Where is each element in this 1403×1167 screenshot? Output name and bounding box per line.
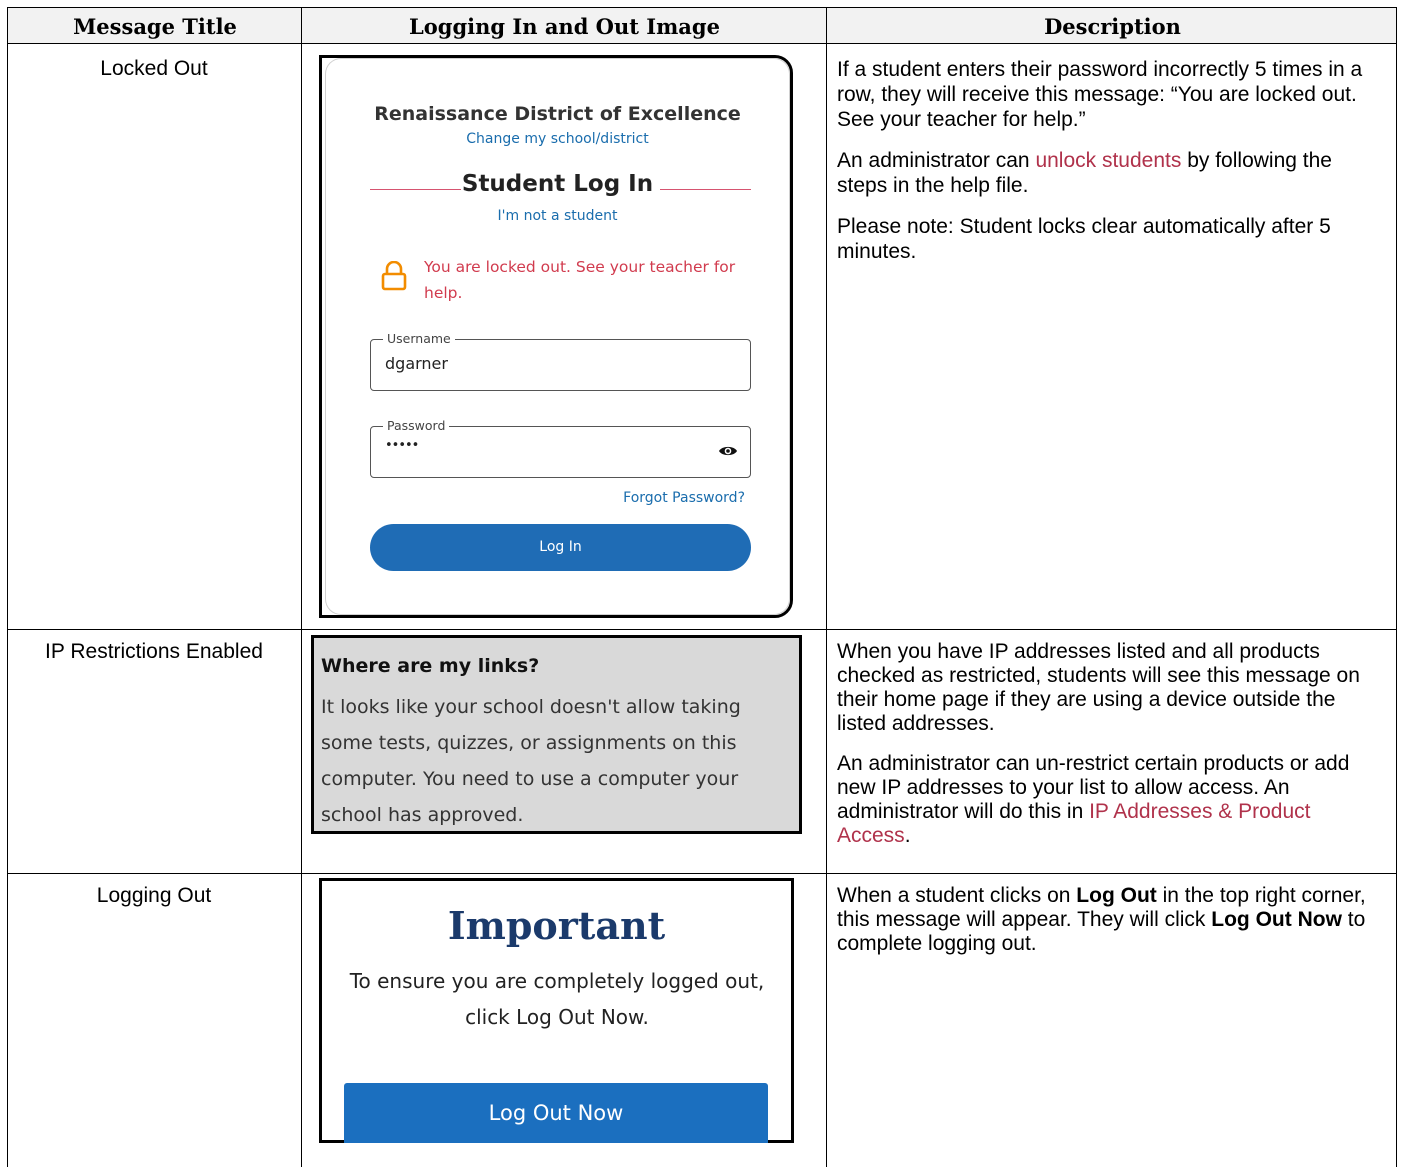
description-paragraph: When you have IP addresses listed and al… [837,640,1360,735]
row-title-locked-out: Locked Out [100,57,208,80]
row-description-logging-out: When a student clicks on Log Out in the … [837,884,1385,972]
lock-icon [381,261,407,291]
eye-icon[interactable] [718,444,738,458]
row-title-ip-restrictions: IP Restrictions Enabled [45,640,263,663]
student-login-heading: Student Log In [461,171,654,197]
header-message-title: Message Title [73,14,237,39]
log-in-button[interactable]: Log In [370,524,751,571]
table-border-right [1396,7,1397,1167]
row-description-locked-out: If a student enters their password incor… [837,57,1385,280]
login-card: Renaissance District of Excellence Chang… [325,58,790,615]
log-out-now-button[interactable]: Log Out Now [344,1083,768,1143]
username-label: Username [383,331,455,347]
logout-screenshot: Important To ensure you are completely l… [319,878,794,1143]
links-heading: Where are my links? [321,655,540,677]
student-login-screenshot: Renaissance District of Excellence Chang… [319,55,793,618]
not-a-student-link[interactable]: I'm not a student [325,208,790,224]
row-title-logging-out: Logging Out [96,884,212,907]
header-description: Description [1044,14,1181,39]
important-heading: Important [447,903,666,948]
description-paragraph: Please note: Student locks clear automat… [837,215,1331,263]
description-paragraph: An administrator can un-restrict certain… [837,752,1385,848]
column-divider [826,7,827,1167]
table-border-left [7,7,8,1167]
row-description-ip-restrictions: When you have IP addresses listed and al… [837,640,1385,864]
column-divider [301,7,302,1167]
unlock-students-link[interactable]: unlock students [1035,149,1181,172]
password-field[interactable]: Password ••••• [370,418,751,478]
links-message: It looks like your school doesn't allow … [321,696,741,826]
password-label: Password [383,418,450,434]
forgot-password-link[interactable]: Forgot Password? [623,490,745,506]
description-paragraph: When a student clicks on Log Out in the … [837,884,1385,956]
header-image: Logging In and Out Image [409,14,720,39]
password-value: ••••• [385,438,419,453]
log-out-now-term: Log Out Now [1211,908,1342,931]
change-school-link[interactable]: Change my school/district [325,131,790,147]
ip-restriction-screenshot: Where are my links? It looks like your s… [311,635,802,834]
locked-out-message: You are locked out. See your teacher for… [424,258,736,302]
description-paragraph: An administrator can unlock students by … [837,148,1385,198]
description-text: . [904,824,911,847]
logout-message: To ensure you are completely logged out,… [349,969,765,1029]
row-divider [7,873,1397,874]
table-header: Message Title Logging In and Out Image D… [7,7,1397,44]
district-name: Renaissance District of Excellence [374,103,741,125]
description-text: An administrator can [837,149,1036,172]
row-divider [7,629,1397,630]
log-out-term: Log Out [1076,884,1157,907]
username-field[interactable]: Username dgarner [370,331,751,391]
description-text: When a student clicks on [837,884,1077,907]
username-value: dgarner [385,354,448,373]
description-paragraph: If a student enters their password incor… [837,58,1363,131]
